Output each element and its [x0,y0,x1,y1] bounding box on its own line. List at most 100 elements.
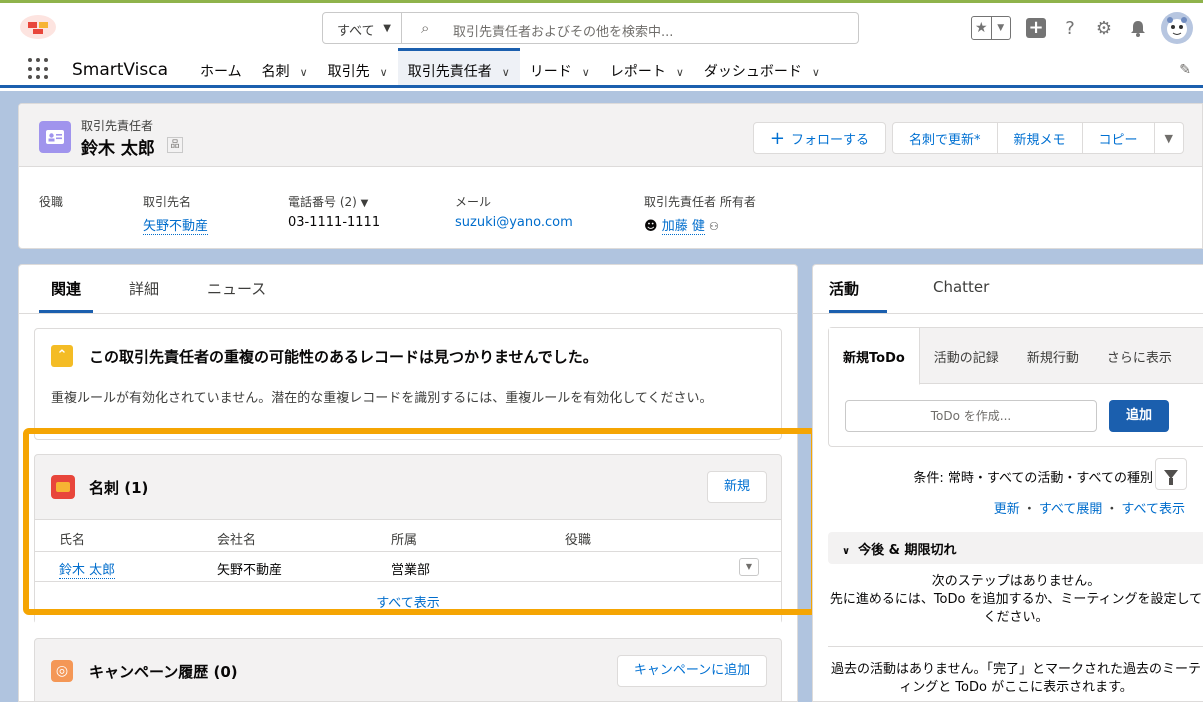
business-card-icon [51,475,75,499]
activity-links: 更新・すべて展開・すべて表示 [993,502,1185,517]
upcoming-label: 今後 & 期限切れ [858,543,957,558]
column-header[interactable]: 所属 [391,529,417,548]
meishi-title[interactable]: 名刺 (1) [89,477,148,498]
publisher-tabs: 新規ToDo 活動の記録 新規行動 さらに表示 [829,328,1203,385]
owner-avatar-icon: ☻ [644,219,658,234]
nav-item-home[interactable]: ホーム [190,48,252,85]
tab-activity[interactable]: 活動 [829,265,887,313]
chevron-down-icon[interactable]: ∨ [582,66,590,79]
publisher-tab-new-todo[interactable]: 新規ToDo [829,328,920,385]
owner-link[interactable]: 加藤 健 [661,219,705,235]
nav-item-label: リード [529,64,572,80]
update-by-card-button[interactable]: 名刺で更新* [891,122,998,154]
publisher-tab-new-event[interactable]: 新規行動 [1013,328,1093,384]
edit-nav-pencil-icon[interactable]: ✎ [1179,62,1191,78]
no-steps-line-1: 次のステップはありません。 [931,574,1101,589]
expand-all-link[interactable]: すべて展開 [1039,502,1103,517]
nav-item-reports[interactable]: レポート ∨ [600,48,694,85]
chevron-down-icon[interactable]: ∨ [380,66,388,79]
nav-item-label: 名刺 [261,64,290,80]
table-cell: 営業部 [391,563,431,578]
chevron-down-icon[interactable]: ∨ [676,66,684,79]
no-past-activity-message: 過去の活動はありません。「完了」とマークされた過去のミーティングと ToDo が… [830,662,1202,695]
record-header: 取引先責任者 鈴木 太郎 品 + フォローする 名刺で更新* 新規メモ コピー ▼… [18,103,1203,249]
field-value: 03-1111-1111 [288,215,381,230]
chevron-down-icon[interactable]: ∨ [502,66,510,79]
tab-related[interactable]: 関連 [39,265,94,313]
chevron-down-icon: ∨ [842,546,851,557]
left-tabs: 関連 詳細 ニュース [39,265,302,313]
field-phone: 電話番号 (2) ▼ 03-1111-1111 [288,193,380,230]
refresh-link[interactable]: 更新 [994,502,1020,517]
search-scope-select[interactable]: すべて ▼ [322,12,402,44]
add-to-campaign-button[interactable]: キャンペーンに追加 [617,655,767,687]
nav-item-accounts[interactable]: 取引先 ∨ [318,48,398,85]
tab-news[interactable]: ニュース [195,265,278,313]
nav-item-contacts[interactable]: 取引先責任者 ∨ [397,48,520,85]
more-actions-button[interactable]: ▼ [1153,122,1184,154]
global-actions-button[interactable]: + [1025,17,1047,39]
plus-icon: + [769,127,785,149]
record-name: 鈴木 太郎 [81,139,155,159]
upcoming-section-header[interactable]: ∨ 今後 & 期限切れ [828,532,1203,564]
nav-item-label: ダッシュボード [703,64,802,80]
caret-down-icon: ▼ [360,198,369,209]
field-email: メール suzuki@yano.com [455,193,573,230]
nav-item-label: ホーム [200,64,242,80]
duplicate-title: この取引先責任者の重複の可能性のあるレコードは見つかりませんでした。 [89,348,598,366]
nav-item-leads[interactable]: リード ∨ [520,48,600,85]
nav-item-meishi[interactable]: 名刺 ∨ [252,48,318,85]
new-memo-button[interactable]: 新規メモ [996,122,1083,154]
app-name: SmartVisca [72,60,169,80]
contact-icon [39,121,71,153]
field-label: 取引先名 [143,195,192,209]
app-nav-bar: SmartVisca ホーム 名刺 ∨ 取引先 ∨ 取引先責任者 ∨ リード ∨ レポー… [0,48,1203,88]
tab-chatter[interactable]: Chatter [933,265,989,313]
chevron-down-icon[interactable]: ∨ [300,66,308,79]
record-action-buttons: + フォローする 名刺で更新* 新規メモ コピー ▼ [749,122,1184,154]
meishi-name-link[interactable]: 鈴木 太郎 [59,559,116,579]
change-owner-icon[interactable]: ⚇ [709,220,719,233]
table-cell: 矢野不動産 [217,563,283,578]
divider [828,646,1203,647]
new-meishi-button[interactable]: 新規 [707,471,767,503]
tab-details[interactable]: 詳細 [117,265,171,313]
column-header[interactable]: 役職 [565,529,591,548]
table-row: 鈴木 太郎 矢野不動産 営業部 ▼ [35,552,781,582]
filter-button[interactable] [1155,458,1187,490]
bell-icon[interactable] [1127,17,1149,39]
view-all-activity-link[interactable]: すべて表示 [1121,502,1185,517]
email-link[interactable]: suzuki@yano.com [455,215,573,230]
header-actions: ★ ▼ + ? ⚙ [971,11,1193,45]
help-icon[interactable]: ? [1059,17,1081,39]
gear-icon[interactable]: ⚙ [1093,17,1115,39]
field-label: 取引先責任者 所有者 [644,195,756,209]
todo-input[interactable]: ToDo を作成... [845,400,1097,432]
view-all-link[interactable]: すべて表示 [35,592,781,611]
add-todo-button[interactable]: 追加 [1109,400,1169,432]
field-label: 役職 [39,195,64,209]
nav-item-dashboards[interactable]: ダッシュボード ∨ [694,48,830,85]
hierarchy-icon[interactable]: 品 [167,137,183,153]
publisher-tab-more[interactable]: さらに表示 [1093,328,1186,384]
field-label[interactable]: 電話番号 (2) ▼ [288,193,380,210]
table-header-row: 氏名 会社名 所属 役職 [35,520,781,552]
user-avatar[interactable] [1161,12,1193,44]
column-header[interactable]: 会社名 [217,529,256,548]
favorites-button[interactable]: ★ ▼ [971,16,1011,40]
plus-icon: + [1026,18,1046,38]
org-logo[interactable] [18,13,58,41]
no-next-steps-message: 次のステップはありません。 先に進めるには、ToDo を追加するか、ミーティング… [828,573,1203,627]
campaign-title[interactable]: キャンペーン履歴 (0) [89,661,238,682]
follow-button[interactable]: + フォローする [752,122,886,154]
global-search-input[interactable]: ⌕ 取引先責任者およびその他を検索中... [401,12,859,44]
row-actions-button[interactable]: ▼ [739,558,759,576]
duplicate-icon: ⌃ [51,345,73,367]
chevron-down-icon[interactable]: ∨ [812,66,820,79]
account-link[interactable]: 矢野不動産 [143,215,209,235]
nav-item-label: 取引先責任者 [407,64,492,80]
app-launcher-icon[interactable] [28,58,50,80]
copy-button[interactable]: コピー [1081,122,1155,154]
publisher-tab-log-activity[interactable]: 活動の記録 [920,328,1013,384]
column-header[interactable]: 氏名 [59,529,85,548]
